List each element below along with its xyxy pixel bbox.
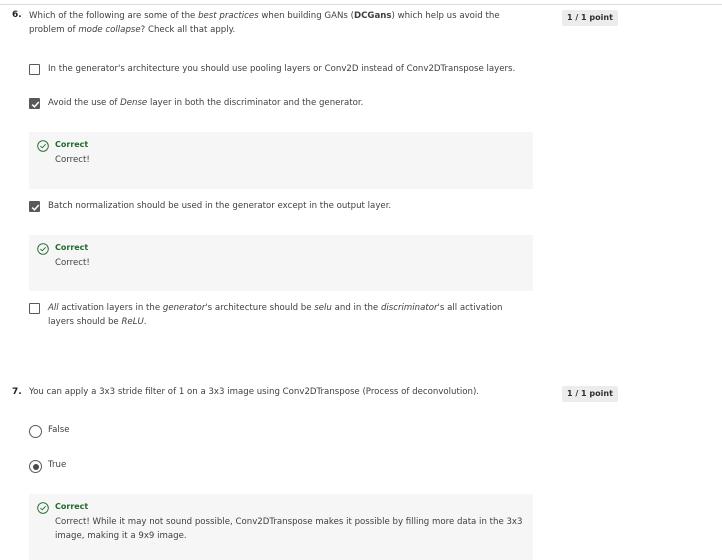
q6-option-3-feedback: Correct Correct! bbox=[29, 235, 533, 291]
question-6-text: Which of the following are some of the b… bbox=[29, 11, 500, 35]
radio-selected-dot bbox=[32, 463, 39, 470]
feedback-title: Correct bbox=[55, 140, 89, 149]
q7-option-false-label: False bbox=[48, 425, 70, 435]
q7-option-true-radio[interactable] bbox=[29, 460, 42, 473]
q7-option-true-label: True bbox=[48, 460, 67, 470]
question-7-number: 7. bbox=[12, 387, 22, 397]
q6-option-3-checkbox[interactable] bbox=[29, 201, 40, 212]
q6-option-3-label: Batch normalization should be used in th… bbox=[48, 201, 392, 211]
feedback-title: Correct bbox=[55, 502, 89, 511]
q6-option-1-checkbox[interactable] bbox=[29, 64, 40, 75]
q6-option-4-label: All activation layers in the generator's… bbox=[48, 303, 503, 327]
feedback-text: Correct! While it may not sound possible… bbox=[55, 517, 523, 541]
q6-option-4-checkbox[interactable] bbox=[29, 303, 40, 314]
check-icon bbox=[31, 204, 40, 211]
check-circle-icon bbox=[37, 140, 49, 152]
check-circle-icon bbox=[37, 502, 49, 514]
question-7-points-badge: 1 / 1 point bbox=[562, 386, 618, 402]
feedback-title: Correct bbox=[55, 243, 89, 252]
q6-option-2-label: Avoid the use of Dense layer in both the… bbox=[48, 98, 364, 108]
check-icon bbox=[31, 101, 40, 108]
q7-feedback: Correct Correct! While it may not sound … bbox=[29, 494, 533, 560]
q6-option-2-feedback: Correct Correct! bbox=[29, 132, 533, 189]
question-6-number: 6. bbox=[12, 10, 22, 20]
feedback-text: Correct! bbox=[55, 258, 90, 268]
q6-option-2-checkbox[interactable] bbox=[29, 98, 40, 109]
feedback-text: Correct! bbox=[55, 155, 90, 165]
q7-option-false-radio[interactable] bbox=[29, 425, 42, 438]
question-6-points-badge: 1 / 1 point bbox=[562, 10, 618, 26]
q6-option-1-label: In the generator's architecture you shou… bbox=[48, 64, 516, 74]
question-7-text: You can apply a 3x3 stride filter of 1 o… bbox=[29, 387, 480, 397]
top-divider bbox=[0, 4, 722, 5]
check-circle-icon bbox=[37, 243, 49, 255]
